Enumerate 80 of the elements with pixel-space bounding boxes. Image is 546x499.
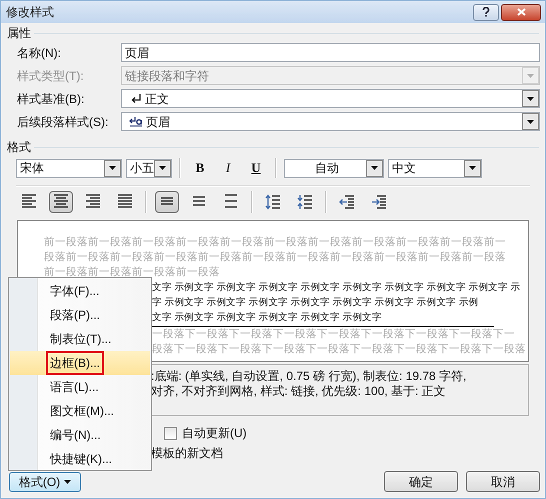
menu-item-label: 编号(N)... xyxy=(49,427,102,444)
name-input-field[interactable]: 页眉 xyxy=(121,43,540,62)
section-heading: 格式 xyxy=(7,139,31,156)
dropdown-arrow-button[interactable] xyxy=(522,113,539,130)
format-menu-button[interactable]: 格式(O) xyxy=(9,472,81,492)
font-color-dropdown[interactable]: 自动 xyxy=(284,158,384,178)
font-dropdown[interactable]: 宋体 xyxy=(16,158,122,178)
caret-icon xyxy=(64,480,72,484)
preview-text: 段落前一段落前一段落前一段落前一段落前一段落前一段落前一段落前一段落前一段落前一段落 xyxy=(43,250,507,265)
caret-icon xyxy=(527,96,534,100)
decrease-indent-icon xyxy=(339,194,355,210)
preview-text: 一段落下一段落下一段落下一段落下一段落下一段落下一段落下一段落下一 xyxy=(152,327,515,342)
description-text: :底端: (单实线, 自动设置, 0.75 磅 行宽), 制表位: 19.78 字符, xyxy=(151,369,466,384)
justify-icon xyxy=(117,194,133,210)
menu-item-label: 图文框(M)... xyxy=(49,403,115,420)
menu-item[interactable]: 图文框(M)... xyxy=(10,399,150,423)
menu-item[interactable]: 语言(L)... xyxy=(10,375,150,399)
dialog-button[interactable]: 确定 xyxy=(384,471,458,492)
align-center-icon xyxy=(53,194,69,210)
field-label: 样式基准(B): xyxy=(17,90,86,108)
linked-style-icon xyxy=(129,116,143,127)
dialog-button[interactable]: 取消 xyxy=(466,471,540,492)
option-label: 模板的新文档 xyxy=(151,445,223,462)
style-dropdown[interactable]: 正文 xyxy=(121,89,540,108)
underline-button[interactable]: U xyxy=(244,158,268,178)
checkbox[interactable] xyxy=(164,426,177,440)
field-label: 名称(N): xyxy=(17,44,62,62)
preview-text: 段落下一段落下一段落下一段落下一段落下一段落下一段落下一段落下一段落 xyxy=(152,342,526,357)
menu-item[interactable]: 字体(F)... xyxy=(10,279,150,303)
menu-item[interactable]: 段落(P)... xyxy=(10,303,150,327)
menu-item-label: 段落(P)... xyxy=(49,307,101,324)
description-text: 对齐, 不对齐到网格, 样式: 链接, 优先级: 100, 基于: 正文 xyxy=(151,384,446,399)
checkbox-label: 自动更新(U) xyxy=(182,425,247,442)
caret-icon xyxy=(109,166,116,170)
dropdown-arrow-button[interactable] xyxy=(104,160,121,176)
preview-text: 前一段落前一段落前一段落前一段落前一段落前一段落前一段落前一段落前一段落前一段落前一 xyxy=(43,235,507,250)
menu-item[interactable]: 快捷键(K)... xyxy=(10,447,150,471)
caret-icon xyxy=(469,166,476,170)
caret-icon xyxy=(527,120,534,124)
menu-item[interactable]: 制表位(T)... xyxy=(10,327,150,351)
language-dropdown[interactable]: 中文 xyxy=(388,158,482,178)
paragraph-mark-icon xyxy=(131,94,142,103)
increase-spacing-icon xyxy=(265,194,281,210)
menu-item[interactable]: 编号(N)... xyxy=(10,423,150,447)
field-label: 样式类型(T): xyxy=(17,68,85,84)
preview-text: 前一段落前一段落前一段落前一段落 xyxy=(43,265,221,280)
caret-icon xyxy=(159,166,166,170)
align-center-button[interactable] xyxy=(49,191,73,213)
single-spacing-button[interactable] xyxy=(155,191,179,213)
menu-item[interactable]: 边框(B)... xyxy=(10,351,150,375)
dropdown-arrow-button[interactable] xyxy=(522,90,539,107)
bold-button[interactable]: B xyxy=(188,158,212,178)
style-dropdown[interactable]: 页眉 xyxy=(121,112,540,131)
align-right-icon xyxy=(85,194,101,210)
font-size-dropdown[interactable]: 小五 xyxy=(126,158,172,178)
decrease-spacing-icon xyxy=(297,194,313,210)
window-title: 修改样式 xyxy=(6,4,54,21)
caret-icon xyxy=(371,166,378,170)
menu-item-label: 快捷键(K)... xyxy=(48,451,113,468)
dropdown-arrow-button[interactable] xyxy=(366,160,383,176)
increase-indent-icon xyxy=(371,194,387,210)
menu-item-label: 字体(F)... xyxy=(49,283,100,300)
field-label: 后续段落样式(S): xyxy=(17,114,110,130)
double-spacing-icon xyxy=(223,194,239,210)
help-button[interactable] xyxy=(473,4,499,20)
menu-item-label: 语言(L)... xyxy=(49,379,100,396)
italic-button[interactable]: I xyxy=(216,158,240,178)
dropdown-arrow-button[interactable] xyxy=(464,160,481,176)
sample-text: 文字 示例文字 示例文字 示例文字 示例文字 示例文字 示例文字 示例文字 示例文字 示 xyxy=(152,281,520,295)
close-icon xyxy=(516,8,526,16)
close-button[interactable] xyxy=(501,4,541,20)
sample-text: 文字 示例文字 示例文字 示例文字 示例文字 示例文字 xyxy=(152,311,382,325)
caret-icon xyxy=(527,74,534,78)
dropdown-arrow-button[interactable] xyxy=(154,160,171,176)
menu-item-label: 边框(B)... xyxy=(46,351,104,375)
menu-item-label: 制表位(T)... xyxy=(49,331,112,348)
section-heading: 属性 xyxy=(7,25,31,42)
help-icon xyxy=(482,7,490,17)
align-left-icon xyxy=(21,194,37,210)
sample-text: 字 示例文字 示例文字 示例文字 示例文字 示例文字 示例文字 示例文字 示例 xyxy=(152,296,478,310)
